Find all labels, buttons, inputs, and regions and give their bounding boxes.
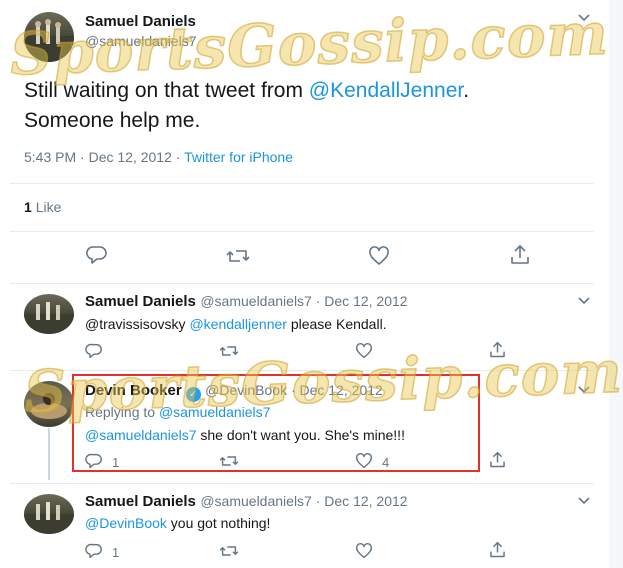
reply-text-part: please Kendall. [286, 316, 387, 332]
reply-text: @travissisovsky @kendalljenner please Ke… [85, 316, 387, 332]
like-stat-count: 1 [24, 199, 32, 215]
tweet-timestamp: 5:43 PM · Dec 12, 2012 · Twitter for iPh… [24, 149, 293, 165]
share-icon[interactable] [489, 541, 506, 559]
reply-header: Samuel Daniels @samueldaniels7 · Dec 12,… [85, 293, 408, 311]
reply-header: Samuel Daniels @samueldaniels7 · Dec 12,… [85, 493, 408, 511]
share-icon[interactable] [489, 341, 506, 359]
reply-icon[interactable] [85, 543, 103, 559]
avatar[interactable] [24, 12, 74, 62]
chevron-down-icon[interactable] [578, 384, 590, 398]
like-stat-label: Like [35, 199, 62, 215]
reply-author-name[interactable]: Samuel Daniels [85, 493, 196, 510]
mention-link[interactable]: @kendalljenner [189, 316, 287, 332]
tweet-text: Still waiting on that tweet from @Kendal… [24, 76, 469, 136]
reply-author-name[interactable]: Samuel Daniels [85, 293, 196, 310]
like-stat[interactable]: 1 Like [24, 199, 61, 215]
reply-date[interactable]: · Dec 12, 2012 [312, 293, 408, 309]
tweet-text-part: . [463, 79, 470, 102]
reply-text-part: you got nothing! [166, 515, 271, 531]
divider [10, 231, 594, 232]
divider [10, 283, 594, 284]
reply-author-handle[interactable]: @samueldaniels7 [200, 493, 312, 509]
reply-text: @DevinBook you got nothing! [85, 515, 270, 531]
like-icon[interactable] [368, 246, 390, 266]
like-icon[interactable] [355, 343, 373, 359]
highlight-box [72, 374, 480, 472]
avatar[interactable] [24, 494, 74, 534]
chevron-down-icon[interactable] [578, 495, 590, 509]
reply-icon[interactable] [86, 245, 108, 265]
author-name[interactable]: Samuel Daniels [85, 13, 196, 30]
avatar[interactable] [24, 294, 74, 334]
retweet-icon[interactable] [219, 543, 239, 559]
tweet-text-part: Still waiting on that tweet from [24, 79, 309, 102]
scrollbar-track[interactable] [609, 0, 623, 568]
divider [10, 183, 594, 184]
source-link[interactable]: Twitter for iPhone [184, 149, 293, 165]
reply-text-part: @travissisovsky [85, 316, 190, 332]
retweet-icon[interactable] [226, 246, 250, 266]
reply-count: 1 [112, 545, 120, 560]
author-handle[interactable]: @samueldaniels7 [85, 33, 197, 49]
reply-date[interactable]: · Dec 12, 2012 [312, 493, 408, 509]
divider [10, 483, 594, 484]
avatar[interactable] [24, 381, 74, 427]
chevron-down-icon[interactable] [578, 295, 590, 309]
tweet-text-line2: Someone help me. [24, 109, 201, 132]
like-icon[interactable] [355, 543, 373, 559]
reply-icon[interactable] [85, 343, 103, 359]
mention-link[interactable]: @DevinBook [85, 515, 167, 531]
share-icon[interactable] [489, 451, 506, 469]
retweet-icon[interactable] [219, 343, 239, 359]
reply-author-handle[interactable]: @samueldaniels7 [200, 293, 312, 309]
mention-link[interactable]: @KendallJenner [309, 79, 463, 102]
timestamp-text[interactable]: 5:43 PM · Dec 12, 2012 · [24, 149, 184, 165]
divider [10, 370, 594, 371]
thread-connector [48, 428, 50, 480]
share-icon[interactable] [510, 244, 530, 266]
chevron-down-icon[interactable] [578, 12, 590, 26]
